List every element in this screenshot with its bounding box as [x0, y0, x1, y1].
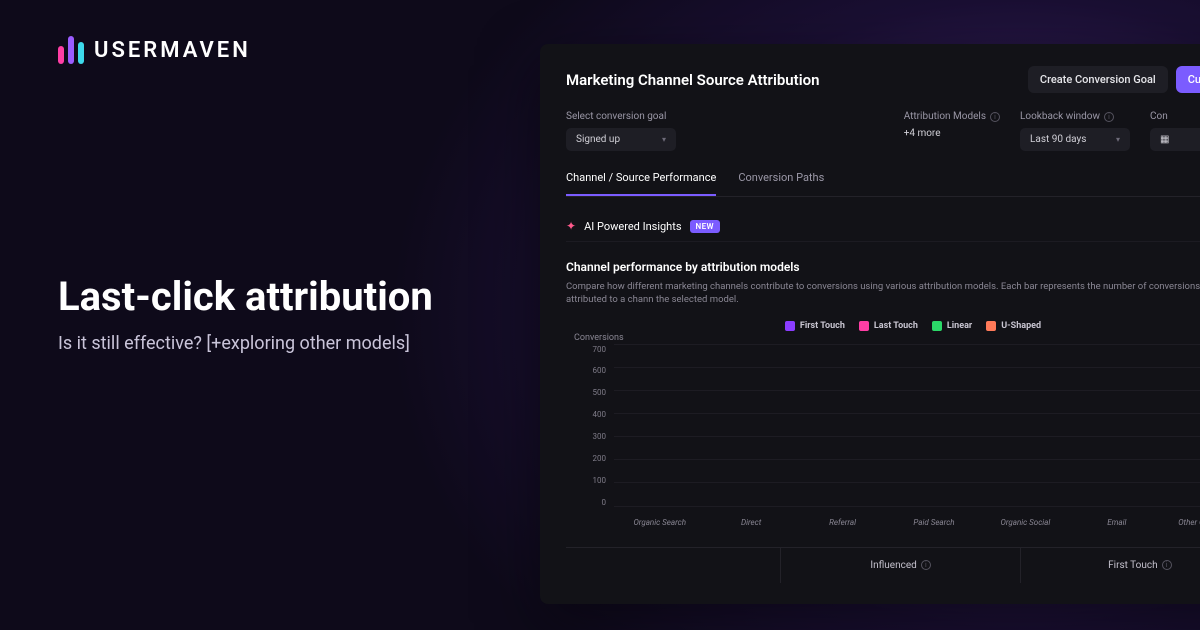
- y-axis-label: Conversions: [574, 333, 624, 343]
- swatch-icon: [986, 321, 996, 331]
- x-category: Paid Search: [888, 518, 979, 527]
- x-category: Email: [1071, 518, 1162, 527]
- dashboard-actions: Create Conversion Goal Custom Cha: [1028, 66, 1200, 93]
- attribution-models-label: Attribution Models i: [904, 111, 1000, 122]
- legend-first-touch: First Touch: [785, 321, 845, 331]
- conversion-date-label: Con: [1150, 111, 1200, 122]
- table-col-blank: [566, 548, 781, 583]
- y-axis-ticks: 7006005004003002001000: [576, 345, 606, 507]
- tab-channel-performance[interactable]: Channel / Source Performance: [566, 171, 716, 196]
- logo-icon: [58, 36, 84, 64]
- info-icon[interactable]: i: [1104, 112, 1114, 122]
- new-badge: NEW: [690, 220, 720, 233]
- dashboard-header: Marketing Channel Source Attribution Cre…: [566, 66, 1200, 93]
- swatch-icon: [859, 321, 869, 331]
- attribution-bar-chart: Conversions 7006005004003002001000 Organ…: [566, 337, 1200, 527]
- table-col-first-touch[interactable]: First Touch i: [1021, 548, 1200, 583]
- ai-insights-label: AI Powered Insights: [584, 220, 681, 233]
- x-axis-categories: Organic SearchDirectReferralPaid SearchO…: [614, 518, 1200, 527]
- ai-insights-row[interactable]: ✦ AI Powered Insights NEW: [566, 211, 1200, 242]
- page-title: Last-click attribution: [58, 275, 433, 319]
- info-icon: i: [921, 560, 931, 570]
- calendar-icon: ▦: [1160, 134, 1169, 145]
- hero: Last-click attribution Is it still effec…: [58, 275, 433, 354]
- legend-last-touch: Last Touch: [859, 321, 918, 331]
- sparkle-icon: ✦: [566, 219, 576, 233]
- conversion-goal-select[interactable]: Signed up ▾: [566, 128, 676, 151]
- tabs: Channel / Source Performance Conversion …: [566, 171, 1200, 197]
- conversion-goal-filter: Select conversion goal Signed up ▾: [566, 111, 676, 151]
- lookback-window-select[interactable]: Last 90 days ▾: [1020, 128, 1130, 151]
- x-category: Organic Search: [614, 518, 705, 527]
- page-subtitle: Is it still effective? [+exploring other…: [58, 333, 433, 354]
- table-header: Influenced i First Touch i: [566, 547, 1200, 583]
- conversion-date-filter: Con ▦: [1150, 111, 1200, 151]
- chevron-down-icon: ▾: [1116, 135, 1120, 144]
- lookback-window-label: Lookback window i: [1020, 111, 1130, 122]
- conversion-goal-label: Select conversion goal: [566, 111, 676, 122]
- x-category: Organic Social: [980, 518, 1071, 527]
- tab-conversion-paths[interactable]: Conversion Paths: [738, 171, 824, 196]
- x-category: Other Campaigns: [1163, 518, 1200, 527]
- table-col-influenced[interactable]: Influenced i: [781, 548, 1020, 583]
- swatch-icon: [785, 321, 795, 331]
- create-conversion-goal-button[interactable]: Create Conversion Goal: [1028, 66, 1168, 93]
- chart-legend: First Touch Last Touch Linear U-Shaped: [566, 321, 1200, 331]
- conversion-date-select[interactable]: ▦: [1150, 128, 1200, 151]
- legend-u-shaped: U-Shaped: [986, 321, 1041, 331]
- legend-linear: Linear: [932, 321, 972, 331]
- custom-chart-button[interactable]: Custom Cha: [1176, 66, 1200, 93]
- chart-plot-area: [614, 345, 1200, 507]
- chart-section: Channel performance by attribution model…: [566, 260, 1200, 527]
- lookback-window-filter: Lookback window i Last 90 days ▾: [1020, 111, 1130, 151]
- dashboard-title: Marketing Channel Source Attribution: [566, 71, 819, 89]
- x-category: Direct: [705, 518, 796, 527]
- dashboard-panel: Marketing Channel Source Attribution Cre…: [540, 44, 1200, 604]
- chart-title: Channel performance by attribution model…: [566, 260, 1200, 274]
- chevron-down-icon: ▾: [662, 135, 666, 144]
- info-icon[interactable]: i: [990, 112, 1000, 122]
- info-icon: i: [1162, 560, 1172, 570]
- filters-row: Select conversion goal Signed up ▾ Attri…: [566, 111, 1200, 151]
- brand-logo: USERMAVEN: [58, 36, 251, 64]
- attribution-models-filter: Attribution Models i +4 more: [904, 111, 1000, 151]
- swatch-icon: [932, 321, 942, 331]
- attribution-models-more[interactable]: +4 more: [904, 128, 1000, 139]
- x-category: Referral: [797, 518, 888, 527]
- brand-name: USERMAVEN: [94, 38, 251, 63]
- chart-description: Compare how different marketing channels…: [566, 280, 1200, 307]
